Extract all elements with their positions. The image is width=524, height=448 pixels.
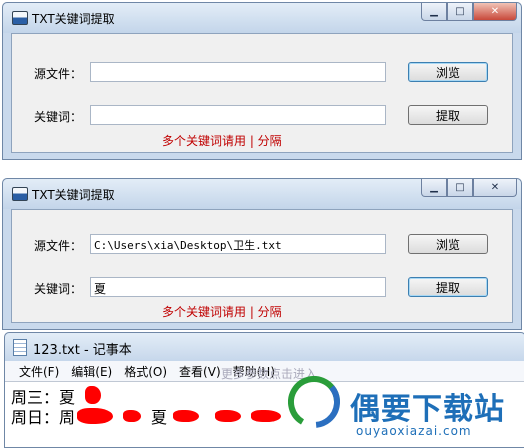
close-button[interactable]: ✕	[473, 3, 517, 21]
browse-button[interactable]: 浏览	[408, 62, 488, 82]
keyword-dialog-filled: TXT关键词提取 ▁ □ ✕ 源文件： C:\Users\xia\Desktop…	[2, 178, 522, 330]
watermark-logo-icon	[288, 376, 340, 428]
title-bar[interactable]: 123.txt - 记事本	[5, 333, 524, 361]
browse-button[interactable]: 浏览	[408, 234, 488, 254]
minimize-button[interactable]: ▁	[421, 179, 447, 197]
dialog-body: 源文件： 浏览 关键词： 提取 多个关键词请用 | 分隔	[11, 33, 513, 153]
window-app-icon	[12, 187, 28, 201]
notepad-icon	[13, 339, 27, 356]
window-title: TXT关键词提取	[32, 12, 115, 26]
redaction-scribble	[77, 408, 113, 424]
dialog-body: 源文件： C:\Users\xia\Desktop\卫生.txt 浏览 关键词：…	[11, 209, 513, 323]
keyword-input[interactable]	[90, 105, 386, 125]
separator-hint: 多个关键词请用 | 分隔	[162, 134, 282, 148]
maximize-icon: □	[455, 6, 465, 17]
close-icon: ✕	[490, 6, 500, 17]
window-title: TXT关键词提取	[32, 188, 115, 202]
maximize-icon: □	[455, 182, 465, 193]
keyword-label: 关键词：	[34, 110, 83, 124]
text-line: 周日：周	[11, 408, 76, 427]
source-file-label: 源文件：	[34, 239, 83, 253]
extract-button[interactable]: 提取	[408, 105, 488, 125]
close-button[interactable]: ✕	[473, 179, 517, 197]
close-icon: ✕	[490, 182, 500, 193]
title-bar[interactable]: TXT关键词提取 ▁ □ ✕	[3, 3, 521, 33]
minimize-icon: ▁	[430, 6, 438, 17]
keyword-dialog-empty: TXT关键词提取 ▁ □ ✕ 源文件： 浏览 关键词： 提取 多个关键词请用 |…	[2, 2, 522, 160]
source-file-input[interactable]	[90, 62, 386, 82]
separator-hint: 多个关键词请用 | 分隔	[162, 305, 282, 319]
minimize-button[interactable]: ▁	[421, 3, 447, 21]
watermark-brand: 偶要下载站	[350, 392, 505, 427]
redaction-scribble	[215, 410, 241, 422]
redaction-scribble	[85, 386, 101, 404]
keyword-label: 关键词：	[34, 282, 83, 296]
redaction-scribble	[173, 410, 199, 422]
maximize-button[interactable]: □	[447, 179, 473, 197]
menu-edit[interactable]: 编辑(E)	[69, 363, 114, 380]
window-app-icon	[12, 11, 28, 25]
extract-button[interactable]: 提取	[408, 277, 488, 297]
watermark-url: ouyaoxiazai.com	[356, 424, 472, 438]
window-title: 123.txt - 记事本	[33, 343, 132, 358]
menu-format[interactable]: 格式(O)	[122, 363, 169, 380]
redaction-scribble	[123, 410, 141, 422]
title-bar[interactable]: TXT关键词提取 ▁ □ ✕	[3, 179, 521, 209]
text-line: 夏	[151, 408, 168, 427]
menu-file[interactable]: 文件(F)	[17, 363, 61, 380]
source-file-label: 源文件：	[34, 67, 83, 81]
keyword-input[interactable]: 夏	[90, 277, 386, 297]
redaction-scribble	[251, 410, 281, 422]
menu-view[interactable]: 查看(V)	[177, 363, 223, 380]
maximize-button[interactable]: □	[447, 3, 473, 21]
minimize-icon: ▁	[430, 182, 438, 193]
source-file-input[interactable]: C:\Users\xia\Desktop\卫生.txt	[90, 234, 386, 254]
